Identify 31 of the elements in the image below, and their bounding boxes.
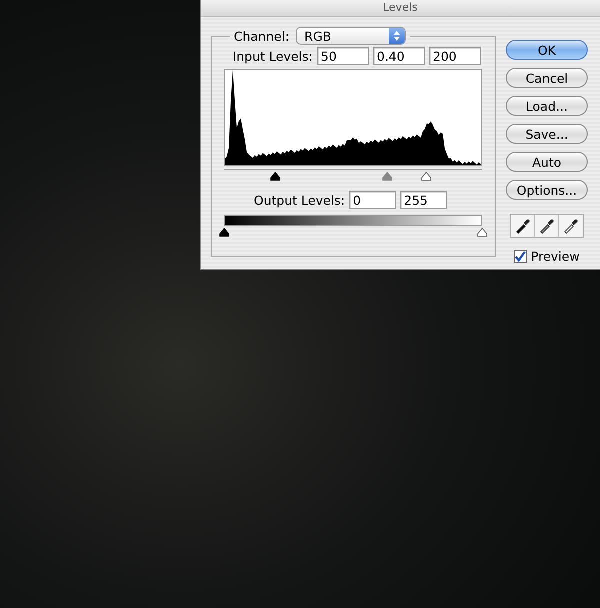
dialog-button[interactable]: Options... [506, 180, 588, 200]
output-levels-label: Output Levels: [254, 192, 346, 208]
preview-label: Preview [531, 249, 580, 264]
dialog-button[interactable]: Save... [506, 124, 588, 144]
slider-handle[interactable] [477, 228, 488, 237]
eyedropper-button[interactable] [535, 215, 559, 237]
slider-handle[interactable] [421, 172, 432, 181]
eyedropper-icon [563, 218, 579, 234]
input-level-field[interactable]: 200 [429, 47, 481, 65]
input-level-field[interactable]: 0.40 [373, 47, 425, 65]
output-level-field[interactable]: 0 [349, 191, 396, 209]
eyedropper-icon [514, 218, 530, 234]
channel-dropdown[interactable]: RGB [296, 27, 406, 45]
eyedropper-button[interactable] [511, 215, 535, 237]
output-level-field[interactable]: 255 [400, 191, 448, 209]
updown-arrows-icon [392, 30, 401, 42]
dialog-button[interactable]: Auto [506, 152, 588, 172]
slider-handle[interactable] [270, 172, 281, 181]
preview-checkbox[interactable] [514, 250, 528, 263]
checkmark-icon [515, 251, 526, 262]
eyedropper-icon [538, 218, 554, 234]
eyedropper-button[interactable] [559, 215, 583, 237]
input-levels-label: Input Levels: [232, 48, 313, 64]
input-level-field[interactable]: 50 [317, 47, 369, 65]
dialog-button[interactable]: OK [506, 40, 588, 60]
channel-label: Channel: [234, 28, 290, 44]
slider-handle[interactable] [219, 228, 230, 237]
dialog-button[interactable]: Cancel [506, 68, 588, 88]
dialog-button[interactable]: Load... [506, 96, 588, 116]
slider-handle[interactable] [382, 172, 393, 181]
window-title: Levels [201, 0, 600, 17]
